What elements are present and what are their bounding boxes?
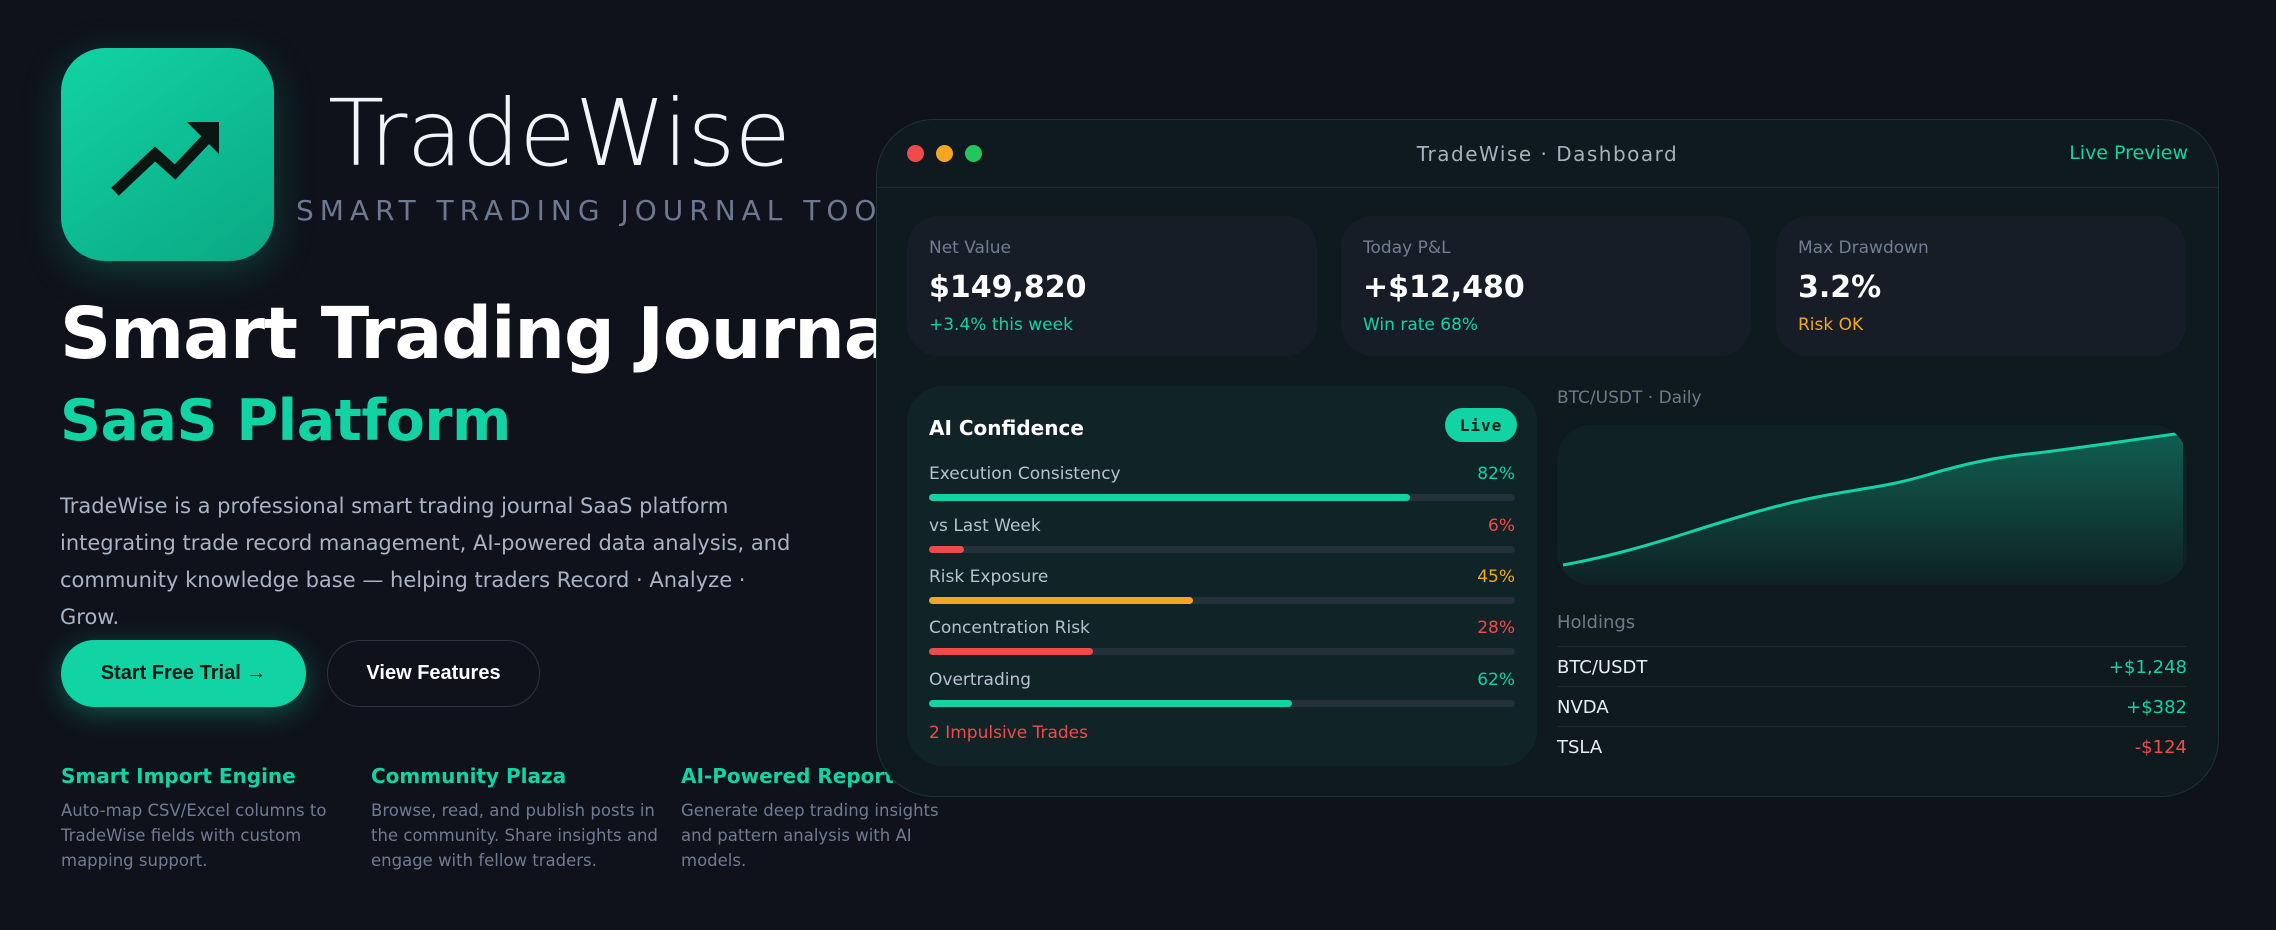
ai-confidence-panel: AI Confidence Live Execution Consistency…	[907, 386, 1537, 766]
stat-value: $149,820	[929, 270, 1087, 305]
metric-overtrading: Overtrading 62%	[929, 670, 1515, 707]
holdings-label: Holdings	[1557, 612, 1636, 633]
stat-value: +$12,480	[1363, 270, 1525, 305]
holding-pnl: +$1,248	[2108, 657, 2187, 678]
brand-name: TradeWise	[328, 80, 791, 187]
metric-label: Execution Consistency	[929, 464, 1121, 484]
feature-description: Auto-map CSV/Excel columns to TradeWise …	[61, 801, 327, 870]
metric-fill	[929, 597, 1193, 604]
metric-track	[929, 494, 1515, 501]
feature-description: Generate deep trading insights and patte…	[681, 801, 939, 870]
metric-vs-last-week: vs Last Week 6%	[929, 516, 1515, 553]
holding-pnl: -$124	[2134, 737, 2187, 758]
feature-description: Browse, read, and publish posts in the c…	[371, 801, 658, 870]
trending-up-icon	[111, 122, 219, 196]
metric-fill	[929, 648, 1094, 655]
feature-title: Smart Import Engine	[61, 764, 296, 788]
holding-symbol: TSLA	[1557, 737, 1603, 758]
price-chart-svg	[1562, 431, 2184, 585]
metric-track	[929, 597, 1515, 604]
stat-label: Today P&L	[1363, 238, 1451, 258]
metric-concentration-risk: Concentration Risk 28%	[929, 618, 1515, 655]
metric-value: 28%	[1477, 618, 1515, 638]
stat-value: 3.2%	[1798, 270, 1882, 305]
holding-row-nvda[interactable]: NVDA +$382	[1557, 686, 2187, 726]
metric-execution-consistency: Execution Consistency 82%	[929, 464, 1515, 501]
hero-title: Smart Trading Journal	[60, 292, 915, 375]
metric-risk-exposure: Risk Exposure 45%	[929, 567, 1515, 604]
hero-description: TradeWise is a professional smart tradin…	[60, 494, 791, 629]
hero-subtitle: SaaS Platform	[60, 388, 511, 454]
ai-confidence-title: AI Confidence	[929, 416, 1084, 440]
holding-row-btcusdt[interactable]: BTC/USDT +$1,248	[1557, 646, 2187, 686]
holding-pnl: +$382	[2126, 697, 2187, 718]
metric-label: Risk Exposure	[929, 567, 1049, 587]
live-preview-label: Live Preview	[2069, 142, 2188, 164]
metric-fill	[929, 700, 1293, 707]
metric-value: 62%	[1477, 670, 1515, 690]
metric-value: 6%	[1488, 516, 1515, 536]
stat-label: Net Value	[929, 238, 1011, 258]
dashboard-preview-window: TradeWise · Dashboard Live Preview Net V…	[876, 119, 2219, 797]
window-title-bar: TradeWise · Dashboard Live Preview	[877, 120, 2218, 188]
holding-symbol: NVDA	[1557, 697, 1609, 718]
metric-fill	[929, 546, 965, 553]
stat-card-net-value: Net Value $149,820 +3.4% this week	[907, 216, 1317, 356]
brand-logo	[61, 48, 274, 261]
stat-subtext: Win rate 68%	[1363, 315, 1479, 335]
metric-label: vs Last Week	[929, 516, 1041, 536]
stat-subtext: Risk OK	[1798, 315, 1864, 335]
feature-community-plaza: Community Plaza Browse, read, and publis…	[371, 764, 661, 873]
metric-track	[929, 700, 1515, 707]
metric-track	[929, 546, 1515, 553]
stat-subtext: +3.4% this week	[929, 315, 1073, 335]
metric-label: Concentration Risk	[929, 618, 1090, 638]
stat-label: Max Drawdown	[1798, 238, 1929, 258]
metric-value: 82%	[1477, 464, 1515, 484]
brand-tagline: SMART TRADING JOURNAL TOOL	[296, 194, 905, 227]
stat-card-max-drawdown: Max Drawdown 3.2% Risk OK	[1776, 216, 2186, 356]
metric-track	[929, 648, 1515, 655]
stat-card-today-pnl: Today P&L +$12,480 Win rate 68%	[1341, 216, 1751, 356]
holding-row-tsla[interactable]: TSLA -$124	[1557, 726, 2187, 766]
metric-label: Overtrading	[929, 670, 1032, 690]
holding-symbol: BTC/USDT	[1557, 657, 1648, 678]
view-features-button[interactable]: View Features	[327, 640, 540, 707]
window-title: TradeWise · Dashboard	[1416, 142, 1679, 166]
metric-value: 45%	[1477, 567, 1515, 587]
price-chart	[1557, 425, 2187, 585]
start-free-trial-button[interactable]: Start Free Trial →	[61, 640, 306, 707]
feature-smart-import: Smart Import Engine Auto-map CSV/Excel c…	[61, 764, 351, 873]
metric-fill	[929, 494, 1410, 501]
feature-title: Community Plaza	[371, 764, 567, 788]
live-badge: Live	[1445, 408, 1517, 442]
price-area	[1563, 433, 2183, 585]
impulsive-trades-alert: 2 Impulsive Trades	[929, 723, 1088, 743]
chart-label: BTC/USDT · Daily	[1557, 388, 1702, 408]
